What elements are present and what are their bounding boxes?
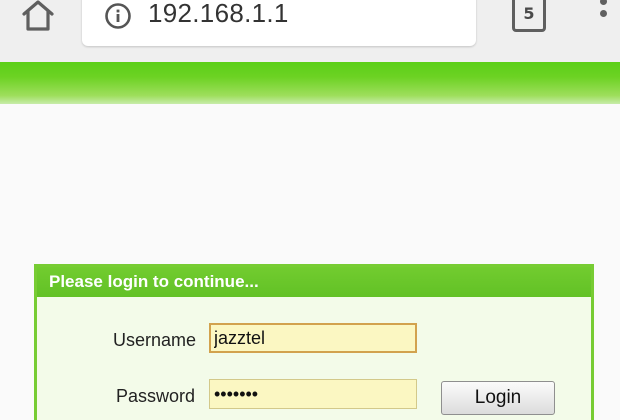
home-button[interactable] bbox=[16, 0, 60, 34]
browser-toolbar: 192.168.1.1 5 bbox=[0, 0, 620, 62]
router-header-banner bbox=[0, 62, 620, 104]
address-bar[interactable]: 192.168.1.1 bbox=[82, 0, 476, 46]
home-icon bbox=[22, 0, 54, 31]
tabs-icon: 5 bbox=[512, 0, 546, 32]
router-login-page: 192.168.1.1 5 Please login to continue..… bbox=[0, 0, 620, 420]
password-label: Password bbox=[116, 386, 196, 406]
username-label: Username bbox=[113, 330, 197, 350]
tab-switcher-button[interactable]: 5 bbox=[508, 0, 548, 34]
menu-dot bbox=[600, 10, 607, 17]
username-input[interactable] bbox=[209, 323, 417, 353]
more-vert-icon[interactable] bbox=[592, 0, 616, 32]
info-icon[interactable] bbox=[104, 2, 132, 30]
menu-dot bbox=[600, 0, 607, 5]
login-panel-title: Please login to continue... bbox=[49, 272, 259, 291]
password-input[interactable] bbox=[209, 379, 417, 409]
login-panel-header: Please login to continue... bbox=[37, 267, 591, 297]
login-button[interactable]: Login bbox=[441, 381, 555, 415]
url-text: 192.168.1.1 bbox=[148, 0, 289, 28]
login-panel: Please login to continue... Username Pas… bbox=[34, 264, 594, 420]
